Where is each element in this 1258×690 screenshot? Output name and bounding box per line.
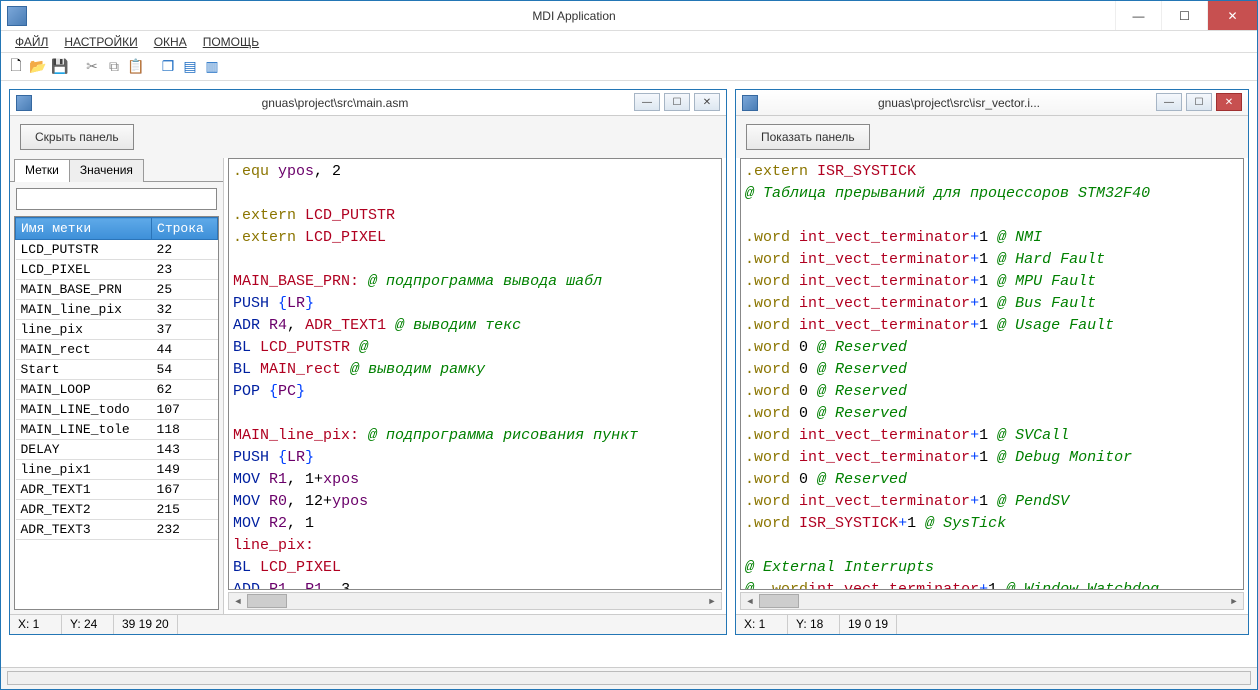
tab-labels[interactable]: Метки — [14, 159, 70, 182]
table-row[interactable]: MAIN_LOOP62 — [16, 380, 218, 400]
new-icon[interactable]: 🗋 — [7, 58, 25, 76]
table-row[interactable]: ADR_TEXT3232 — [16, 520, 218, 540]
menu-file[interactable]: ФАЙЛ — [9, 33, 54, 51]
app-icon — [7, 6, 27, 26]
menubar: ФАЙЛ НАСТРОЙКИ ОКНА ПОМОЩЬ — [1, 31, 1257, 53]
mdi-area: gnuas\project\src\main.asm — ☐ ✕ Скрыть … — [1, 81, 1257, 667]
maximize-button[interactable]: ☐ — [1161, 1, 1207, 30]
editor-main: .equ ypos, 2 .extern LCD_PUTSTR.extern L… — [224, 158, 726, 614]
child-min-isr[interactable]: — — [1156, 93, 1182, 111]
doc-icon — [742, 95, 758, 111]
table-row[interactable]: LCD_PIXEL23 — [16, 260, 218, 280]
labels-table[interactable]: Имя меткиСтрока LCD_PUTSTR22LCD_PIXEL23M… — [14, 216, 219, 610]
sb-x-main: X: 1 — [10, 615, 62, 634]
toolbar: 🗋 📂 💾 ✂ ⧉ 📋 ❐ ▤ ▥ — [1, 53, 1257, 81]
child-max-isr[interactable]: ☐ — [1186, 93, 1212, 111]
table-row[interactable]: line_pix37 — [16, 320, 218, 340]
sb-z-main: 39 19 20 — [114, 615, 178, 634]
col-name[interactable]: Имя метки — [16, 218, 152, 240]
save-icon[interactable]: 💾 — [51, 58, 69, 76]
tile-h-icon[interactable]: ▤ — [181, 58, 199, 76]
scroll-right-icon[interactable]: ► — [1225, 593, 1243, 609]
child-window-isr: gnuas\project\src\isr_vector.i... — ☐ ✕ … — [735, 89, 1249, 635]
statusbar-main: X: 1 Y: 24 39 19 20 — [10, 614, 726, 634]
table-row[interactable]: MAIN_LINE_todo107 — [16, 400, 218, 420]
scroll-left-icon[interactable]: ◄ — [229, 593, 247, 609]
menu-settings[interactable]: НАСТРОЙКИ — [58, 33, 143, 51]
cascade-icon[interactable]: ❐ — [159, 58, 177, 76]
child-window-main: gnuas\project\src\main.asm — ☐ ✕ Скрыть … — [9, 89, 727, 635]
scroll-thumb[interactable] — [247, 594, 287, 608]
table-row[interactable]: ADR_TEXT2215 — [16, 500, 218, 520]
hscroll-main[interactable]: ◄ ► — [228, 592, 722, 610]
sidebar: Метки Значения Имя меткиСтрока LCD_PUTST… — [10, 158, 224, 614]
table-row[interactable]: line_pix1149 — [16, 460, 218, 480]
paste-icon[interactable]: 📋 — [127, 58, 145, 76]
child-close-isr[interactable]: ✕ — [1216, 93, 1242, 111]
scroll-left-icon[interactable]: ◄ — [741, 593, 759, 609]
child-close-main[interactable]: ✕ — [694, 93, 720, 111]
sb-y-isr: Y: 18 — [788, 615, 840, 634]
col-line[interactable]: Строка — [152, 218, 218, 240]
editor-isr: .extern ISR_SYSTICK@ Таблица прерываний … — [736, 158, 1248, 614]
scroll-thumb[interactable] — [759, 594, 799, 608]
open-icon[interactable]: 📂 — [29, 58, 47, 76]
minimize-button[interactable]: — — [1115, 1, 1161, 30]
copy-icon[interactable]: ⧉ — [105, 58, 123, 76]
table-row[interactable]: Start54 — [16, 360, 218, 380]
cut-icon[interactable]: ✂ — [83, 58, 101, 76]
table-row[interactable]: MAIN_rect44 — [16, 340, 218, 360]
sb-z-isr: 19 0 19 — [840, 615, 897, 634]
child-title-isr: gnuas\project\src\isr_vector.i... — [764, 96, 1154, 110]
sb-y-main: Y: 24 — [62, 615, 114, 634]
table-row[interactable]: MAIN_BASE_PRN25 — [16, 280, 218, 300]
doc-icon — [16, 95, 32, 111]
table-row[interactable]: DELAY143 — [16, 440, 218, 460]
child-max-main[interactable]: ☐ — [664, 93, 690, 111]
table-row[interactable]: ADR_TEXT1167 — [16, 480, 218, 500]
code-area-main[interactable]: .equ ypos, 2 .extern LCD_PUTSTR.extern L… — [228, 158, 722, 590]
tab-values[interactable]: Значения — [69, 159, 144, 182]
menu-help[interactable]: ПОМОЩЬ — [197, 33, 265, 51]
child-titlebar-isr[interactable]: gnuas\project\src\isr_vector.i... — ☐ ✕ — [736, 90, 1248, 116]
app-window: MDI Application — ☐ ✕ ФАЙЛ НАСТРОЙКИ ОКН… — [0, 0, 1258, 690]
app-title: MDI Application — [33, 9, 1115, 23]
show-panel-button[interactable]: Показать панель — [746, 124, 870, 150]
hscroll-isr[interactable]: ◄ ► — [740, 592, 1244, 610]
close-button[interactable]: ✕ — [1207, 1, 1257, 30]
scroll-right-icon[interactable]: ► — [703, 593, 721, 609]
sb-x-isr: X: 1 — [736, 615, 788, 634]
child-title-main: gnuas\project\src\main.asm — [38, 96, 632, 110]
child-min-main[interactable]: — — [634, 93, 660, 111]
hide-panel-button[interactable]: Скрыть панель — [20, 124, 134, 150]
table-row[interactable]: MAIN_line_pix32 — [16, 300, 218, 320]
table-row[interactable]: LCD_PUTSTR22 — [16, 240, 218, 260]
statusbar-isr: X: 1 Y: 18 19 0 19 — [736, 614, 1248, 634]
child-titlebar-main[interactable]: gnuas\project\src\main.asm — ☐ ✕ — [10, 90, 726, 116]
filter-input[interactable] — [16, 188, 217, 210]
menu-windows[interactable]: ОКНА — [148, 33, 193, 51]
titlebar[interactable]: MDI Application — ☐ ✕ — [1, 1, 1257, 31]
code-area-isr[interactable]: .extern ISR_SYSTICK@ Таблица прерываний … — [740, 158, 1244, 590]
tile-v-icon[interactable]: ▥ — [203, 58, 221, 76]
table-row[interactable]: MAIN_LINE_tole118 — [16, 420, 218, 440]
app-statusbar — [1, 667, 1257, 689]
